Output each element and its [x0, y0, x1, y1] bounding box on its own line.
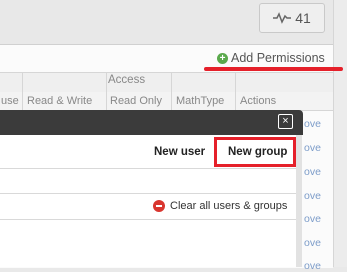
modal-titlebar — [0, 110, 303, 135]
remove-link[interactable]: ove — [304, 166, 321, 178]
new-group-button[interactable]: New group — [228, 146, 287, 158]
remove-link[interactable]: ove — [304, 237, 321, 249]
remove-link[interactable]: ove — [304, 213, 321, 225]
column-divider — [235, 72, 236, 110]
column-header-read-write: Read & Write — [27, 95, 93, 107]
column-divider — [106, 72, 107, 110]
search-row[interactable] — [0, 169, 296, 194]
column-header-actions: Actions — [240, 95, 277, 107]
modal-scrollbar[interactable] — [296, 135, 302, 267]
pulse-count: 41 — [295, 10, 311, 26]
column-header-mathtype: MathType — [176, 95, 225, 107]
table-group-header — [0, 72, 333, 93]
column-divider — [22, 72, 23, 110]
remove-link[interactable]: ove — [304, 260, 321, 272]
pulse-icon — [273, 12, 292, 24]
highlight-underline — [204, 67, 343, 71]
plus-icon: + — [217, 52, 228, 64]
column-header-use: use — [1, 95, 19, 107]
pulse-button[interactable]: 41 — [259, 3, 325, 33]
remove-link[interactable]: ove — [304, 118, 321, 130]
add-permissions-label: Add Permissions — [231, 51, 325, 65]
add-permissions-link[interactable]: + Add Permissions — [217, 50, 325, 66]
page-scrollbar[interactable] — [333, 0, 347, 267]
remove-link[interactable]: ove — [304, 142, 321, 154]
remove-link[interactable]: ove — [304, 190, 321, 202]
close-icon[interactable]: × — [278, 114, 293, 129]
clear-all-link[interactable]: Clear all users & groups — [170, 200, 287, 212]
column-divider — [171, 72, 172, 110]
new-user-button[interactable]: New user — [154, 146, 205, 158]
column-header-read-only: Read Only — [110, 95, 162, 107]
access-header: Access — [108, 74, 146, 86]
minus-circle-icon[interactable] — [153, 200, 165, 212]
